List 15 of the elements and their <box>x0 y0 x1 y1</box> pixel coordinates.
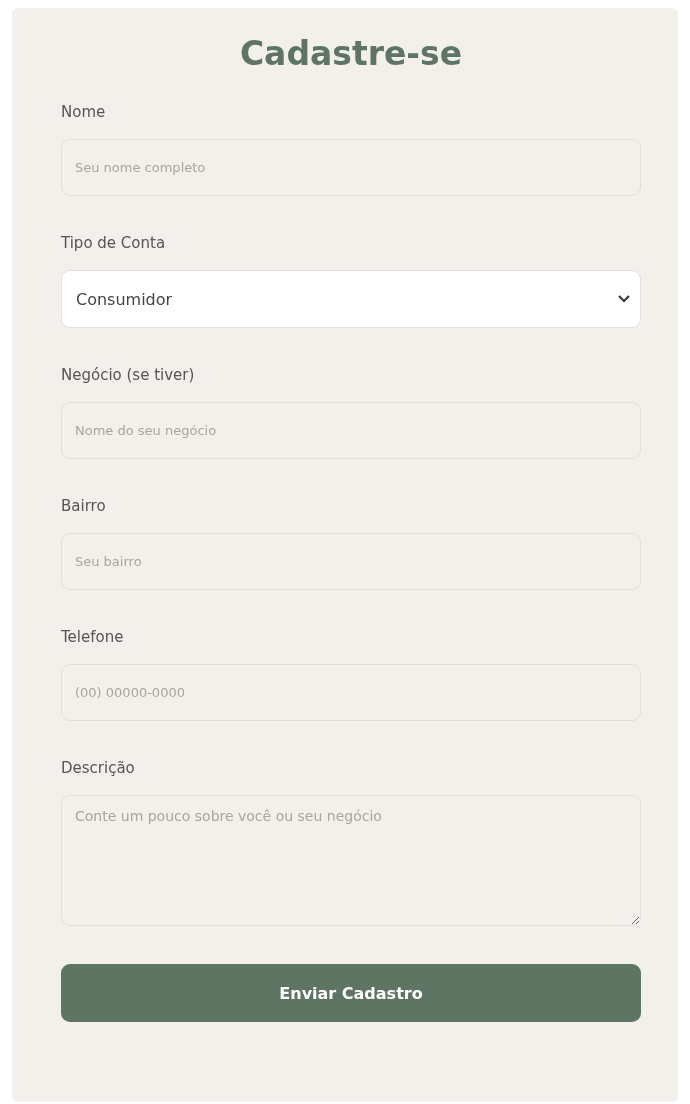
field-label: Tipo de Conta <box>61 234 166 252</box>
submit-button[interactable]: Enviar Cadastro <box>61 964 641 1022</box>
form-title: Cadastre-se <box>238 34 464 73</box>
select-field[interactable]: Consumidor <box>61 270 641 328</box>
field-label: Bairro <box>61 497 106 515</box>
input-field[interactable]: Seu nome completo <box>61 139 641 196</box>
input-field[interactable]: Seu bairro <box>61 533 641 590</box>
field-label: Negócio (se tiver) <box>61 366 195 384</box>
field-label: Descrição <box>61 759 135 777</box>
field-label: Telefone <box>61 628 124 646</box>
input-field[interactable]: (00) 00000-0000 <box>61 664 641 721</box>
input-field[interactable]: Nome do seu negócio <box>61 402 641 459</box>
textarea-field[interactable]: Conte um pouco sobre você ou seu negócio <box>61 795 641 926</box>
chevron-down-icon <box>618 295 630 303</box>
field-label: Nome <box>61 103 106 121</box>
